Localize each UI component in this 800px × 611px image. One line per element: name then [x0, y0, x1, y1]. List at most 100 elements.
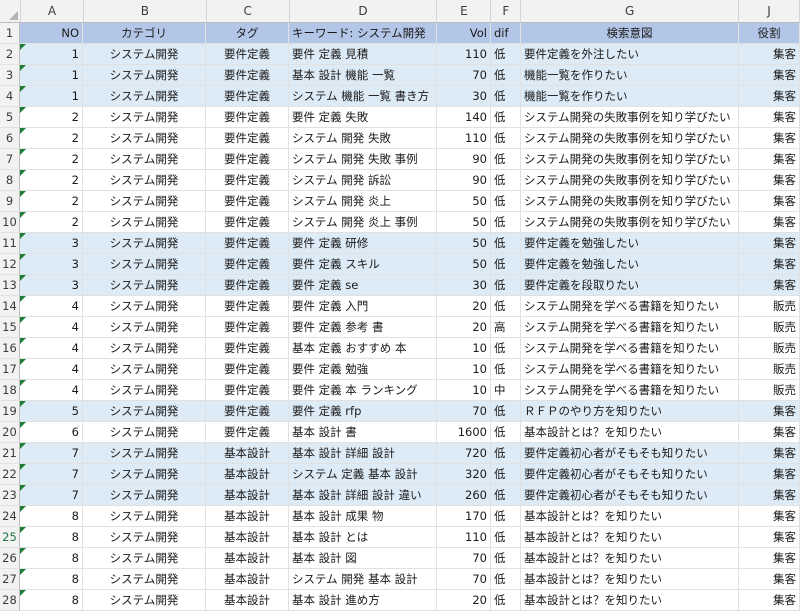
cell-role[interactable]: 集客 — [739, 191, 800, 212]
row-number[interactable]: 20 — [0, 422, 20, 443]
cell-category[interactable]: システム開発 — [83, 569, 206, 590]
cell-role[interactable]: 集客 — [739, 422, 800, 443]
cell-no[interactable]: 7 — [20, 464, 83, 485]
cell-keyword[interactable]: 要件 定義 スキル — [289, 254, 437, 275]
cell-dif[interactable]: 低 — [491, 128, 521, 149]
row-number[interactable]: 2 — [0, 44, 20, 65]
cell-tag[interactable]: 要件定義 — [206, 338, 289, 359]
row-number[interactable]: 4 — [0, 86, 20, 107]
cell-no[interactable]: 1 — [20, 86, 83, 107]
cell-keyword[interactable]: 要件 定義 本 ランキング — [289, 380, 437, 401]
cell-intent[interactable]: 要件定義初心者がそもそも知りたい — [521, 485, 739, 506]
header-no[interactable]: NO — [20, 23, 83, 44]
cell-vol[interactable]: 110 — [437, 128, 491, 149]
cell-intent[interactable]: 基本設計とは？を知りたい — [521, 569, 739, 590]
cell-category[interactable]: システム開発 — [83, 527, 206, 548]
cell-role[interactable]: 販売 — [739, 380, 800, 401]
cell-intent[interactable]: 要件定義を勉強したい — [521, 233, 739, 254]
cell-no[interactable]: 2 — [20, 191, 83, 212]
cell-dif[interactable]: 低 — [491, 254, 521, 275]
header-tag[interactable]: タグ — [206, 23, 289, 44]
cell-role[interactable]: 集客 — [739, 506, 800, 527]
cell-no[interactable]: 4 — [20, 317, 83, 338]
cell-intent[interactable]: システム開発の失敗事例を知り学びたい — [521, 149, 739, 170]
row-number[interactable]: 22 — [0, 464, 20, 485]
column-header-g[interactable]: G — [521, 0, 740, 22]
cell-no[interactable]: 8 — [20, 569, 83, 590]
cell-dif[interactable]: 低 — [491, 506, 521, 527]
cell-keyword[interactable]: システム 開発 失敗 — [289, 128, 437, 149]
cell-intent[interactable]: ＲＦＰのやり方を知りたい — [521, 401, 739, 422]
cell-category[interactable]: システム開発 — [83, 212, 206, 233]
header-dif[interactable]: dif — [491, 23, 521, 44]
cell-keyword[interactable]: 基本 設計 詳細 設計 — [289, 443, 437, 464]
cell-dif[interactable]: 低 — [491, 338, 521, 359]
cell-keyword[interactable]: システム 開発 基本 設計 — [289, 569, 437, 590]
cell-tag[interactable]: 要件定義 — [206, 107, 289, 128]
cell-tag[interactable]: 要件定義 — [206, 65, 289, 86]
cell-category[interactable]: システム開発 — [83, 443, 206, 464]
row-number[interactable]: 1 — [0, 23, 20, 44]
cell-tag[interactable]: 要件定義 — [206, 296, 289, 317]
cell-role[interactable]: 集客 — [739, 443, 800, 464]
cell-vol[interactable]: 20 — [437, 296, 491, 317]
cell-category[interactable]: システム開発 — [83, 86, 206, 107]
cell-intent[interactable]: 要件定義を外注したい — [521, 44, 739, 65]
cell-keyword[interactable]: 基本 設計 成果 物 — [289, 506, 437, 527]
cell-dif[interactable]: 低 — [491, 464, 521, 485]
cell-tag[interactable]: 要件定義 — [206, 233, 289, 254]
cell-keyword[interactable]: 基本 設計 図 — [289, 548, 437, 569]
row-number[interactable]: 3 — [0, 65, 20, 86]
cell-no[interactable]: 4 — [20, 296, 83, 317]
column-header-j[interactable]: J — [739, 0, 800, 22]
header-keyword[interactable]: キーワード: システム開発 — [289, 23, 437, 44]
cell-intent[interactable]: システム開発の失敗事例を知り学びたい — [521, 107, 739, 128]
row-number[interactable]: 15 — [0, 317, 20, 338]
cell-category[interactable]: システム開発 — [83, 107, 206, 128]
cell-category[interactable]: システム開発 — [83, 422, 206, 443]
cell-vol[interactable]: 20 — [437, 590, 491, 611]
cell-tag[interactable]: 要件定義 — [206, 401, 289, 422]
cell-category[interactable]: システム開発 — [83, 485, 206, 506]
cell-category[interactable]: システム開発 — [83, 233, 206, 254]
cell-role[interactable]: 集客 — [739, 212, 800, 233]
cell-no[interactable]: 1 — [20, 65, 83, 86]
cell-role[interactable]: 集客 — [739, 107, 800, 128]
cell-category[interactable]: システム開発 — [83, 170, 206, 191]
cell-intent[interactable]: 要件定義を段取りたい — [521, 275, 739, 296]
cell-intent[interactable]: 基本設計とは？を知りたい — [521, 590, 739, 611]
cell-intent[interactable]: 基本設計とは？を知りたい — [521, 506, 739, 527]
cell-no[interactable]: 2 — [20, 128, 83, 149]
cell-keyword[interactable]: 要件 定義 研修 — [289, 233, 437, 254]
cell-no[interactable]: 2 — [20, 170, 83, 191]
cell-vol[interactable]: 1600 — [437, 422, 491, 443]
cell-role[interactable]: 集客 — [739, 170, 800, 191]
cell-keyword[interactable]: システム 開発 炎上 事例 — [289, 212, 437, 233]
cell-dif[interactable]: 低 — [491, 443, 521, 464]
cell-tag[interactable]: 基本設計 — [206, 485, 289, 506]
cell-role[interactable]: 集客 — [739, 401, 800, 422]
cell-vol[interactable]: 140 — [437, 107, 491, 128]
cell-tag[interactable]: 要件定義 — [206, 170, 289, 191]
row-number[interactable]: 23 — [0, 485, 20, 506]
row-number[interactable]: 7 — [0, 149, 20, 170]
cell-tag[interactable]: 要件定義 — [206, 86, 289, 107]
cell-intent[interactable]: システム開発を学べる書籍を知りたい — [521, 338, 739, 359]
cell-no[interactable]: 8 — [20, 506, 83, 527]
cell-vol[interactable]: 110 — [437, 44, 491, 65]
cell-keyword[interactable]: 要件 定義 rfp — [289, 401, 437, 422]
cell-category[interactable]: システム開発 — [83, 149, 206, 170]
cell-keyword[interactable]: 基本 設計 進め方 — [289, 590, 437, 611]
cell-tag[interactable]: 要件定義 — [206, 317, 289, 338]
cell-keyword[interactable]: 基本 設計 詳細 設計 違い — [289, 485, 437, 506]
cell-keyword[interactable]: 基本 定義 おすすめ 本 — [289, 338, 437, 359]
cell-tag[interactable]: 要件定義 — [206, 212, 289, 233]
cell-vol[interactable]: 90 — [437, 149, 491, 170]
cell-tag[interactable]: 要件定義 — [206, 44, 289, 65]
cell-tag[interactable]: 要件定義 — [206, 128, 289, 149]
cell-keyword[interactable]: 要件 定義 se — [289, 275, 437, 296]
cell-keyword[interactable]: システム 機能 一覧 書き方 — [289, 86, 437, 107]
cell-vol[interactable]: 110 — [437, 527, 491, 548]
cell-tag[interactable]: 基本設計 — [206, 527, 289, 548]
cell-category[interactable]: システム開発 — [83, 275, 206, 296]
